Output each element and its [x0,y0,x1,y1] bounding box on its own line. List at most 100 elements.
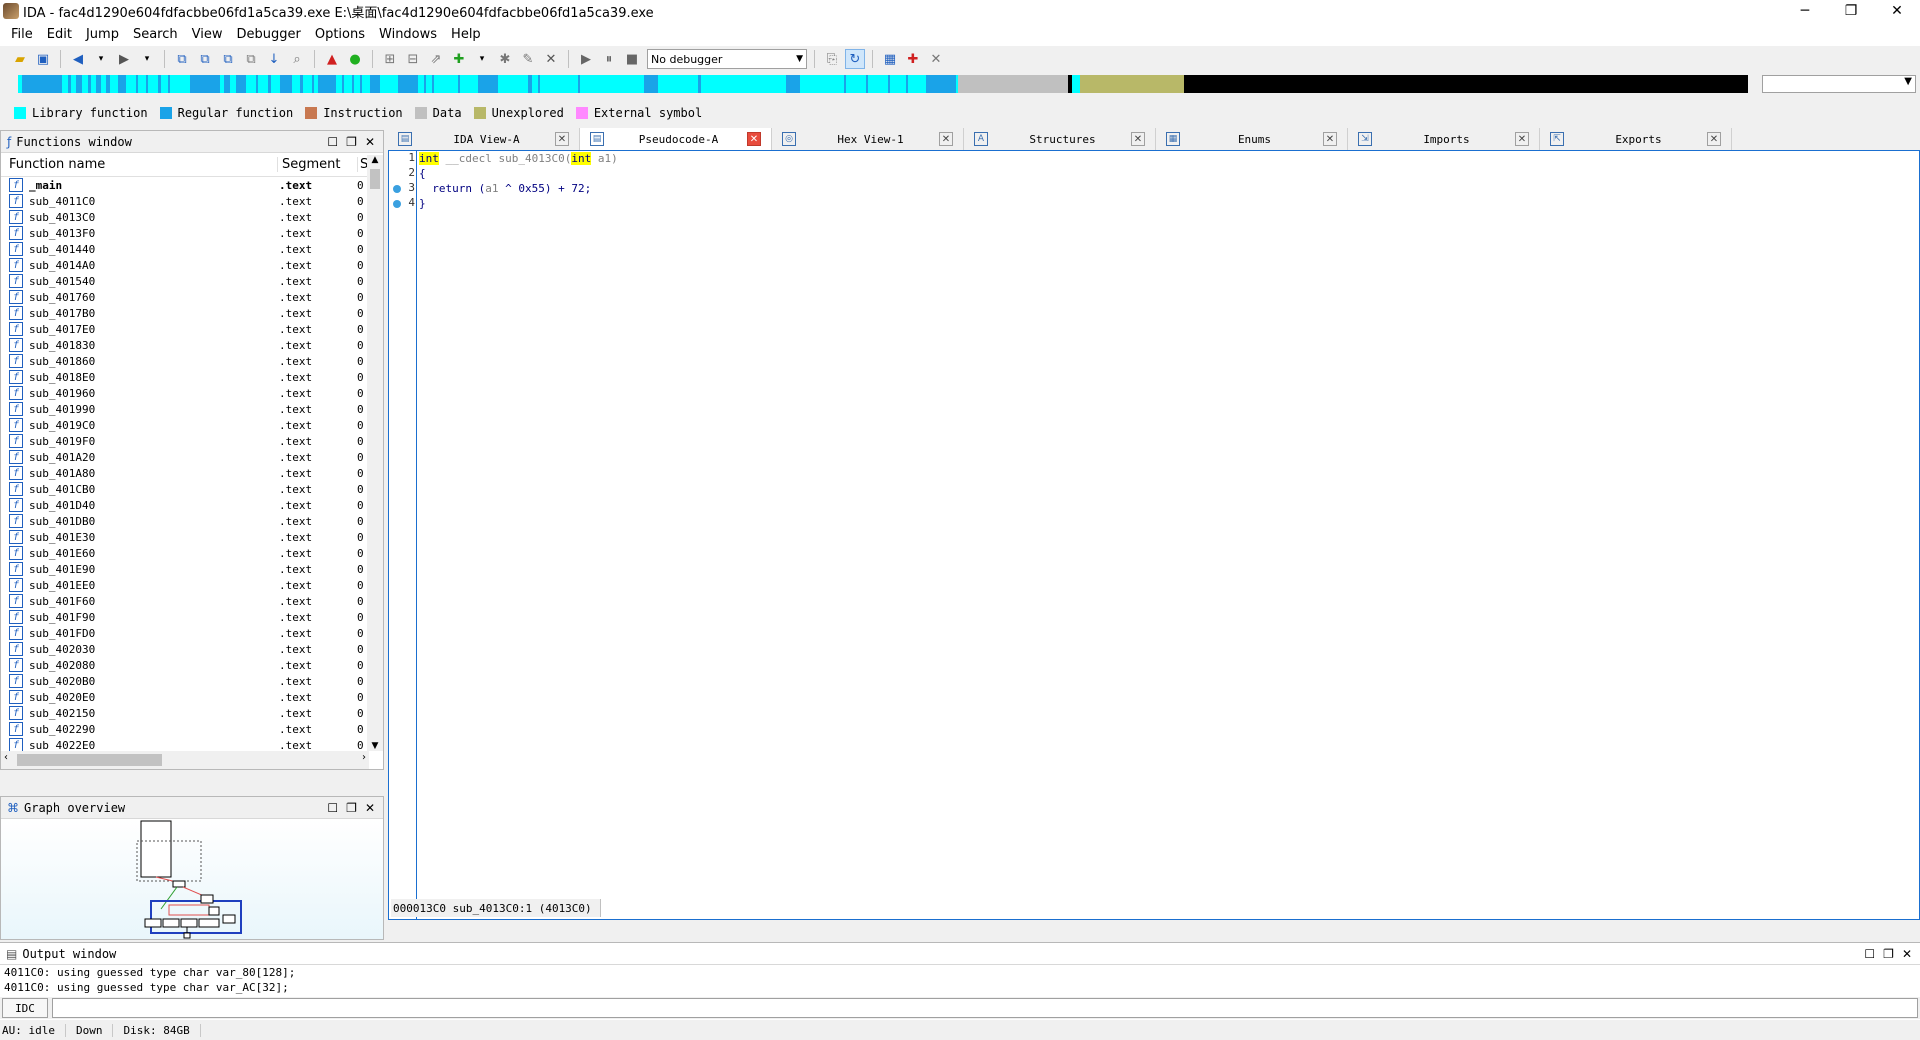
tab-enums[interactable]: ▦ Enums ✕ [1156,128,1348,150]
close-icon[interactable]: ✕ [1707,132,1721,146]
code-line-1[interactable]: int __cdecl sub_4013C0(int a1) [419,151,618,166]
function-row[interactable]: f sub_401E60 .text 0 [1,545,369,561]
idc-language-button[interactable]: IDC [2,998,48,1018]
debugger-select[interactable]: No debugger ▼ [647,49,807,69]
function-row[interactable]: f sub_401FD0 .text 0 [1,625,369,641]
add-watch-icon[interactable]: ✚ [449,49,469,69]
search-direction[interactable]: Down [76,1023,114,1037]
breakpoint-icon[interactable]: ✱ [495,49,515,69]
function-row[interactable]: f sub_4011C0 .text 0 [1,193,369,209]
add-segment-icon[interactable]: ✚ [903,49,923,69]
restore-button[interactable]: ❐ [1828,0,1874,22]
maximize-panel-icon[interactable]: ☐ [327,135,338,149]
graph-overview-canvas[interactable] [1,819,383,939]
float-panel-icon[interactable]: ❐ [346,801,357,815]
function-row[interactable]: f sub_401D40 .text 0 [1,497,369,513]
search-code-icon[interactable]: ⧉ [241,49,261,69]
function-row[interactable]: f sub_401F90 .text 0 [1,609,369,625]
function-row[interactable]: f sub_4014A0 .text 0 [1,257,369,273]
function-row[interactable]: f sub_401990 .text 0 [1,401,369,417]
menu-edit[interactable]: Edit [40,27,79,42]
menu-view[interactable]: View [185,27,230,42]
close-icon[interactable]: ✕ [1131,132,1145,146]
function-row[interactable]: f sub_4013C0 .text 0 [1,209,369,225]
function-row[interactable]: f sub_4022E0 .text 0 [1,737,369,751]
output-log[interactable]: 4011C0: using guessed type char var_80[1… [4,965,295,995]
analysis-red-icon[interactable]: ▲ [322,49,342,69]
menu-search[interactable]: Search [126,27,185,42]
float-panel-icon[interactable]: ❐ [346,135,357,149]
tab-hex-view-1[interactable]: ◎ Hex View-1 ✕ [772,128,964,150]
maximize-panel-icon[interactable]: ☐ [327,801,338,815]
code-line-3[interactable]: return (a1 ^ 0x55) + 72; [419,181,618,196]
col-segment[interactable]: Segment [277,157,357,172]
binary-search-icon[interactable]: ⧉ [172,49,192,69]
tab-imports[interactable]: ⇲ Imports ✕ [1348,128,1540,150]
function-row[interactable]: f sub_401CB0 .text 0 [1,481,369,497]
function-row[interactable]: f sub_4019C0 .text 0 [1,417,369,433]
close-icon[interactable]: ✕ [1515,132,1529,146]
function-row[interactable]: f sub_401960 .text 0 [1,385,369,401]
close-icon[interactable]: ✕ [939,132,953,146]
search-next-icon[interactable]: ⧉ [218,49,238,69]
function-row[interactable]: f sub_401540 .text 0 [1,273,369,289]
pseudocode-view[interactable]: 1 2 3 4 int __cdecl sub_4013C0(int a1) {… [388,150,1920,920]
function-row[interactable]: f sub_401E30 .text 0 [1,529,369,545]
watch-dropdown-icon[interactable]: ▾ [472,49,492,69]
close-icon[interactable]: ✕ [1323,132,1337,146]
forward-arrow-icon[interactable]: ▶ [114,49,134,69]
function-row[interactable]: f sub_401A80 .text 0 [1,465,369,481]
function-row[interactable]: f sub_4017B0 .text 0 [1,305,369,321]
back-arrow-icon[interactable]: ◀ [68,49,88,69]
refresh-icon[interactable]: ↻ [845,49,865,69]
tab-exports[interactable]: ⇱ Exports ✕ [1540,128,1732,150]
tab-ida-view-a[interactable]: ▤ IDA View-A ✕ [388,128,580,150]
patch-icon[interactable]: ✎ [518,49,538,69]
close-panel-icon[interactable]: ✕ [1902,947,1912,961]
function-row[interactable]: f sub_4013F0 .text 0 [1,225,369,241]
breakpoint-dot-icon[interactable] [393,200,401,208]
save-icon[interactable]: ▣ [33,49,53,69]
menu-options[interactable]: Options [308,27,372,42]
delete-icon[interactable]: ✕ [541,49,561,69]
function-row[interactable]: f sub_4018E0 .text 0 [1,369,369,385]
add-node-icon[interactable]: ⊞ [380,49,400,69]
function-row[interactable]: f _main .text 0 [1,177,369,193]
function-row[interactable]: f sub_4020E0 .text 0 [1,689,369,705]
function-row[interactable]: f sub_402290 .text 0 [1,721,369,737]
function-row[interactable]: f sub_401EE0 .text 0 [1,577,369,593]
function-row[interactable]: f sub_401760 .text 0 [1,289,369,305]
functions-vertical-scrollbar[interactable]: ▲ ▼ [367,155,383,751]
tab-structures[interactable]: A Structures ✕ [964,128,1156,150]
analysis-green-icon[interactable]: ● [345,49,365,69]
navigator-combo[interactable]: ▼ [1762,75,1916,93]
close-panel-icon[interactable]: ✕ [365,801,375,815]
function-row[interactable]: f sub_4019F0 .text 0 [1,433,369,449]
function-row[interactable]: f sub_401E90 .text 0 [1,561,369,577]
menu-jump[interactable]: Jump [79,27,126,42]
close-window-button[interactable]: ✕ [1874,0,1920,22]
pause-icon[interactable]: ⏸ [599,49,619,69]
command-input[interactable] [52,998,1918,1018]
function-row[interactable]: f sub_401830 .text 0 [1,337,369,353]
stop-icon[interactable]: ■ [622,49,642,69]
export-icon[interactable]: ⇗ [426,49,446,69]
function-row[interactable]: f sub_402150 .text 0 [1,705,369,721]
maximize-panel-icon[interactable]: ☐ [1864,947,1875,961]
function-row[interactable]: f sub_401860 .text 0 [1,353,369,369]
menu-debugger[interactable]: Debugger [229,27,307,42]
float-panel-icon[interactable]: ❐ [1883,947,1894,961]
function-row[interactable]: f sub_401DB0 .text 0 [1,513,369,529]
function-row[interactable]: f sub_4017E0 .text 0 [1,321,369,337]
forward-dropdown-icon[interactable]: ▾ [137,49,157,69]
delete-segment-icon[interactable]: ✕ [926,49,946,69]
function-row[interactable]: f sub_401F60 .text 0 [1,593,369,609]
function-row[interactable]: f sub_401440 .text 0 [1,241,369,257]
function-row[interactable]: f sub_402080 .text 0 [1,657,369,673]
run-icon[interactable]: ▶ [576,49,596,69]
col-function-name[interactable]: Function name [1,157,277,172]
close-icon[interactable]: ✕ [747,132,761,146]
minimize-button[interactable]: ─ [1782,0,1828,22]
menu-help[interactable]: Help [444,27,488,42]
jump-down-icon[interactable]: ↓ [264,49,284,69]
